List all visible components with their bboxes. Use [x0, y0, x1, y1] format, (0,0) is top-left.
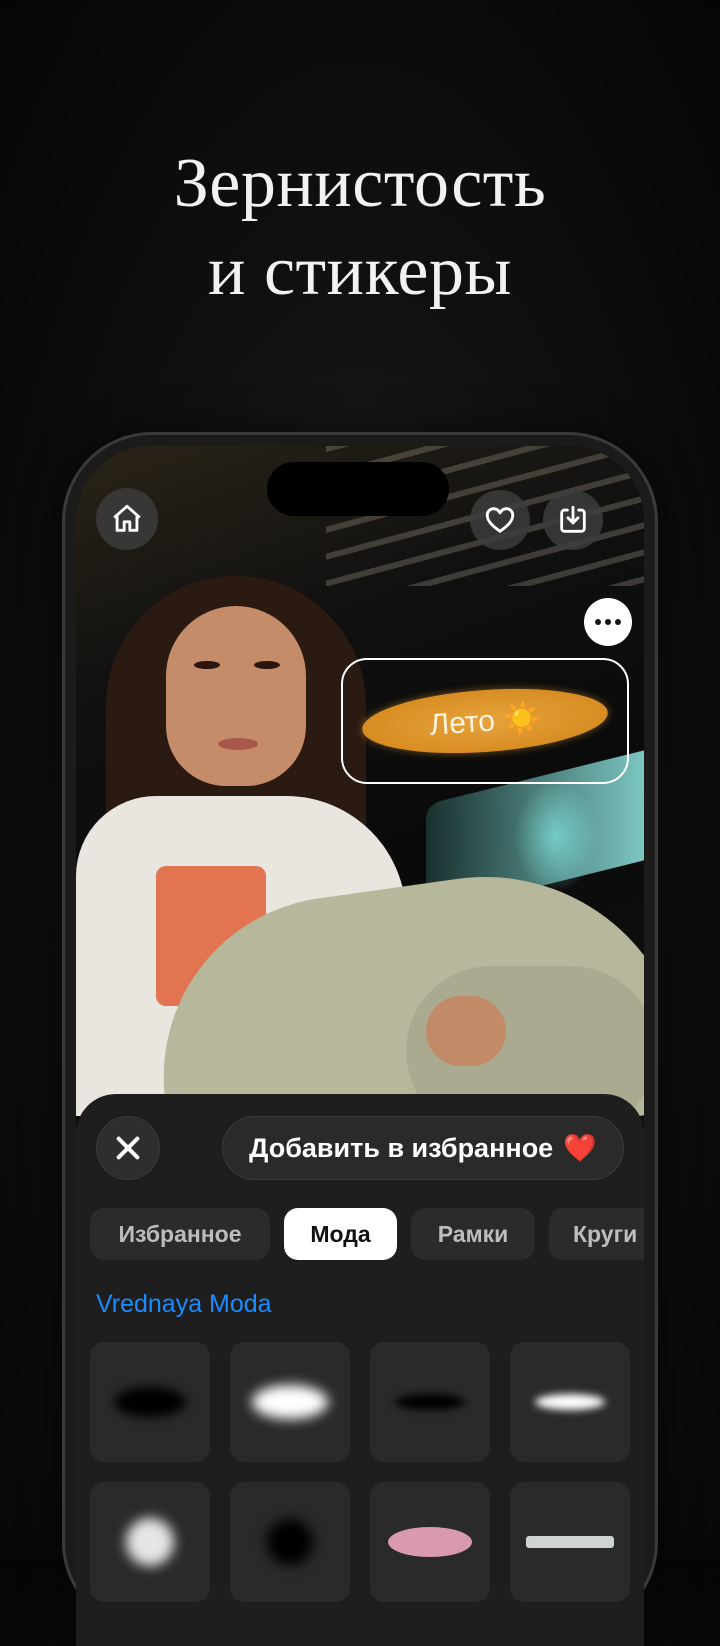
sticker-tile[interactable] — [370, 1342, 490, 1462]
close-icon — [116, 1136, 140, 1160]
download-button[interactable] — [543, 490, 603, 550]
section-title: Vrednaya Moda — [96, 1290, 272, 1318]
dynamic-island — [267, 462, 449, 516]
sticker-tile[interactable] — [510, 1482, 630, 1602]
more-icon-dot — [595, 619, 601, 625]
sticker-more-button[interactable] — [584, 598, 632, 646]
sticker-sheet: Добавить в избранное ❤️ Избранное Мода Рам… — [76, 1094, 644, 1646]
home-button[interactable] — [96, 488, 158, 550]
heart-icon — [485, 507, 515, 533]
heart-emoji-icon: ❤️ — [563, 1133, 597, 1163]
sticker-tile[interactable] — [510, 1342, 630, 1462]
sticker-tile[interactable] — [90, 1342, 210, 1462]
more-icon-dot — [605, 619, 611, 625]
sticker-tile[interactable] — [230, 1482, 350, 1602]
headline: Зернистость и стикеры — [0, 140, 720, 316]
home-icon — [113, 504, 141, 532]
headline-line-2: и стикеры — [208, 233, 512, 310]
favorite-button[interactable] — [470, 490, 530, 550]
tab-fashion[interactable]: Мода — [284, 1208, 397, 1260]
edited-photo — [76, 446, 644, 1181]
sticker-text: Лето ☀️ — [428, 700, 542, 742]
sticker-tile[interactable] — [90, 1482, 210, 1602]
add-to-favorites-label: Добавить в избранное — [249, 1132, 554, 1163]
more-icon-dot — [615, 619, 621, 625]
sticker-tile[interactable] — [370, 1482, 490, 1602]
add-to-favorites-button[interactable]: Добавить в избранное ❤️ — [222, 1116, 624, 1180]
close-button[interactable] — [96, 1116, 160, 1180]
download-icon — [560, 505, 586, 533]
category-tabs: Избранное Мода Рамки Круги — [90, 1208, 644, 1262]
tab-circles[interactable]: Круги — [549, 1208, 644, 1260]
tab-favorites[interactable]: Избранное — [90, 1208, 270, 1260]
headline-line-1: Зернистость — [173, 145, 547, 222]
tab-frames[interactable]: Рамки — [411, 1208, 535, 1260]
sticker-tile[interactable] — [230, 1342, 350, 1462]
phone-screen: Лето ☀️ Добавить в избранное ❤️ Избранно… — [76, 446, 644, 1646]
